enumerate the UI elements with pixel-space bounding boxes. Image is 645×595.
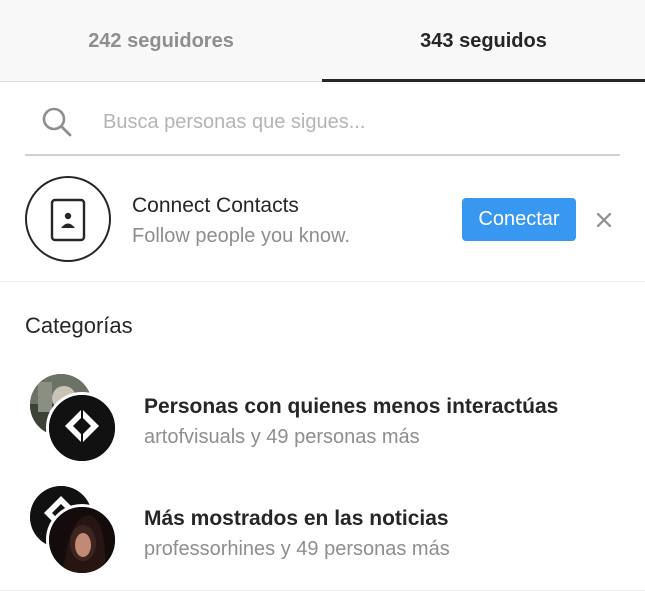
connect-contacts-subtitle: Follow people you know. xyxy=(132,225,350,247)
close-icon[interactable] xyxy=(594,210,614,230)
category-subtitle: artofvisuals y 49 personas más xyxy=(144,426,420,448)
active-tab-indicator xyxy=(322,79,645,82)
category-title: Más mostrados en las noticias xyxy=(144,507,449,530)
category-title: Personas con quienes menos interactúas xyxy=(144,395,559,418)
tab-following-label: 343 seguidos xyxy=(420,29,547,52)
search-icon[interactable] xyxy=(41,106,73,138)
categories-heading: Categorías xyxy=(25,313,133,338)
tab-followers[interactable]: 242 seguidores xyxy=(0,0,322,82)
divider xyxy=(0,590,645,591)
category-item[interactable]: Personas con quienes menos interactúas a… xyxy=(0,372,645,472)
connect-button[interactable]: Conectar xyxy=(462,198,576,241)
connect-contacts-card: Connect Contacts Follow people you know.… xyxy=(0,160,645,282)
avatar xyxy=(46,392,118,464)
avatar-stack xyxy=(28,374,120,466)
category-subtitle: professorhines y 49 personas más xyxy=(144,538,450,560)
contact-card-icon xyxy=(25,176,111,262)
category-item[interactable]: Más mostrados en las noticias professorh… xyxy=(0,484,645,584)
avatar-stack xyxy=(28,486,120,578)
search-bar xyxy=(25,90,620,156)
tab-bar: 242 seguidores 343 seguidos xyxy=(0,0,645,82)
avatar xyxy=(46,504,118,576)
tab-following[interactable]: 343 seguidos xyxy=(322,0,645,82)
connect-contacts-title: Connect Contacts xyxy=(132,194,299,217)
tab-followers-label: 242 seguidores xyxy=(88,29,234,52)
search-input[interactable] xyxy=(103,104,603,140)
